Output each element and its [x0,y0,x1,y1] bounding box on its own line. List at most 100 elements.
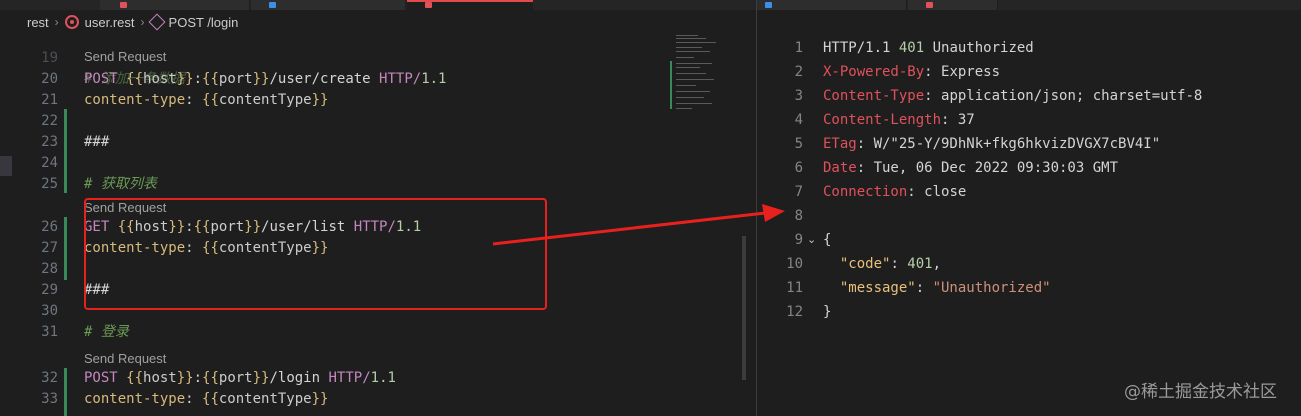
active-tab-indicator [407,0,533,2]
line-number: 23 [41,134,58,150]
line-number: 25 [41,176,58,192]
response-token: , [932,256,942,272]
git-change-marker [64,217,67,280]
code-token: {{ [202,391,219,407]
response-token: 401 [898,40,925,56]
vertical-scrollbar[interactable] [742,236,746,380]
code-token: }} [252,370,270,386]
response-token: "Unauthorized" [932,280,1051,296]
code-token: host [143,370,177,386]
response-line: 8 [757,204,1301,228]
code-token: }} [311,391,329,407]
line-number: 9 [794,232,803,248]
response-line: 12} [757,300,1301,324]
response-line: 6 Date: Tue, 06 Dec 2022 09:30:03 GMT [757,156,1301,180]
response-token: { [823,232,832,248]
code-token: }} [176,71,194,87]
code-token: # 获取列表 [84,176,157,192]
code-token: : [185,391,203,407]
response-token: } [823,304,832,320]
response-text: Connection: close [823,180,966,204]
response-tab[interactable] [757,0,907,10]
code-token: contentType [218,391,312,407]
line-number: 31 [41,324,58,340]
code-token: port [218,71,253,87]
line-number: 33 [41,391,58,407]
response-token: 401 [907,256,933,272]
file-icon [425,2,432,8]
response-text: } [823,300,831,324]
code-line: 23 ### [12,132,668,153]
response-text: Date: Tue, 06 Dec 2022 09:30:03 GMT [823,156,1118,180]
response-token [823,256,840,272]
code-text: content-type: {{contentType}} [84,389,328,410]
response-text: Content-Type: application/json; charset=… [823,84,1202,108]
response-token: : Express [924,64,1001,80]
file-icon [269,2,276,8]
file-icon [765,2,772,8]
response-token: X-Powered-By [823,64,925,80]
response-text: "code": 401, [823,252,941,276]
code-line: 22 [12,111,668,132]
response-token: : 37 [941,112,975,128]
left-gutter-strip [0,34,12,416]
response-text: HTTP/1.1 401 Unauthorized [823,36,1034,60]
line-number: 10 [786,256,803,272]
request-editor[interactable]: 19 # 添加一条数据 Send Request 20 POST {{host}}… [12,27,668,416]
line-number: 26 [41,219,58,235]
line-number: 24 [41,155,58,171]
code-token: {{ [126,71,144,87]
response-token: Content-Type [823,88,925,104]
line-number: 12 [786,304,803,320]
code-token: host [143,71,177,87]
editor-tab[interactable] [100,0,250,10]
line-number: 29 [41,282,58,298]
response-line: 7 Connection: close [757,180,1301,204]
response-token: Unauthorized [924,40,1034,56]
editor-tab[interactable] [908,0,998,10]
response-token: : [890,256,908,272]
response-token: Content-Length [823,112,942,128]
response-token: ETag [823,136,857,152]
minimap[interactable] [670,33,740,113]
line-number: 3 [794,88,803,104]
chevron-down-icon[interactable]: ⌄ [807,228,816,252]
response-token: : close [907,184,967,200]
code-token: HTTP/ [379,71,422,87]
code-text: # 获取列表 [84,174,157,195]
line-number: 2 [794,64,803,80]
response-line: 10 "code": 401, [757,252,1301,276]
line-number: 6 [794,160,803,176]
code-text: # 登录 [84,322,129,343]
code-token: }} [311,92,329,108]
code-token: : [193,71,203,87]
response-line: 3 Content-Type: application/json; charset… [757,84,1301,108]
code-line: 25 # 获取列表 [12,174,668,195]
send-request-link[interactable]: Send Request [84,350,166,368]
line-number: 5 [794,136,803,152]
code-token: {{ [202,92,219,108]
code-token: content-type [84,92,186,108]
response-text: "message": "Unauthorized" [823,276,1051,300]
response-token [823,280,840,296]
response-text: { [823,228,831,252]
send-request-link[interactable]: Send Request [84,48,166,66]
code-token: 1.1 [421,71,447,87]
code-token: {{ [202,71,219,87]
code-text: ### [84,132,109,153]
response-token: : W/"25-Y/9DhNk+fkg6hkvizDVGX7cBV4I" [856,136,1161,152]
response-line: 5 ETag: W/"25-Y/9DhNk+fkg6hkvizDVGX7cBV4I… [757,132,1301,156]
file-icon [926,2,933,8]
code-line: 33 content-type: {{contentType}} [12,389,668,410]
code-token: content-type [84,391,186,407]
editor-tab[interactable] [251,0,406,10]
code-token: : [185,92,203,108]
code-token: HTTP/ [328,370,371,386]
response-pane[interactable]: 1 HTTP/1.1 401 Unauthorized 2 X-Powered-By:… [757,36,1301,416]
response-token: : Tue, 06 Dec 2022 09:30:03 GMT [856,160,1119,176]
code-token: POST [84,71,118,87]
code-token: /user/create [269,71,380,87]
code-token: ### [84,134,110,150]
response-line: 11 "message": "Unauthorized" [757,276,1301,300]
